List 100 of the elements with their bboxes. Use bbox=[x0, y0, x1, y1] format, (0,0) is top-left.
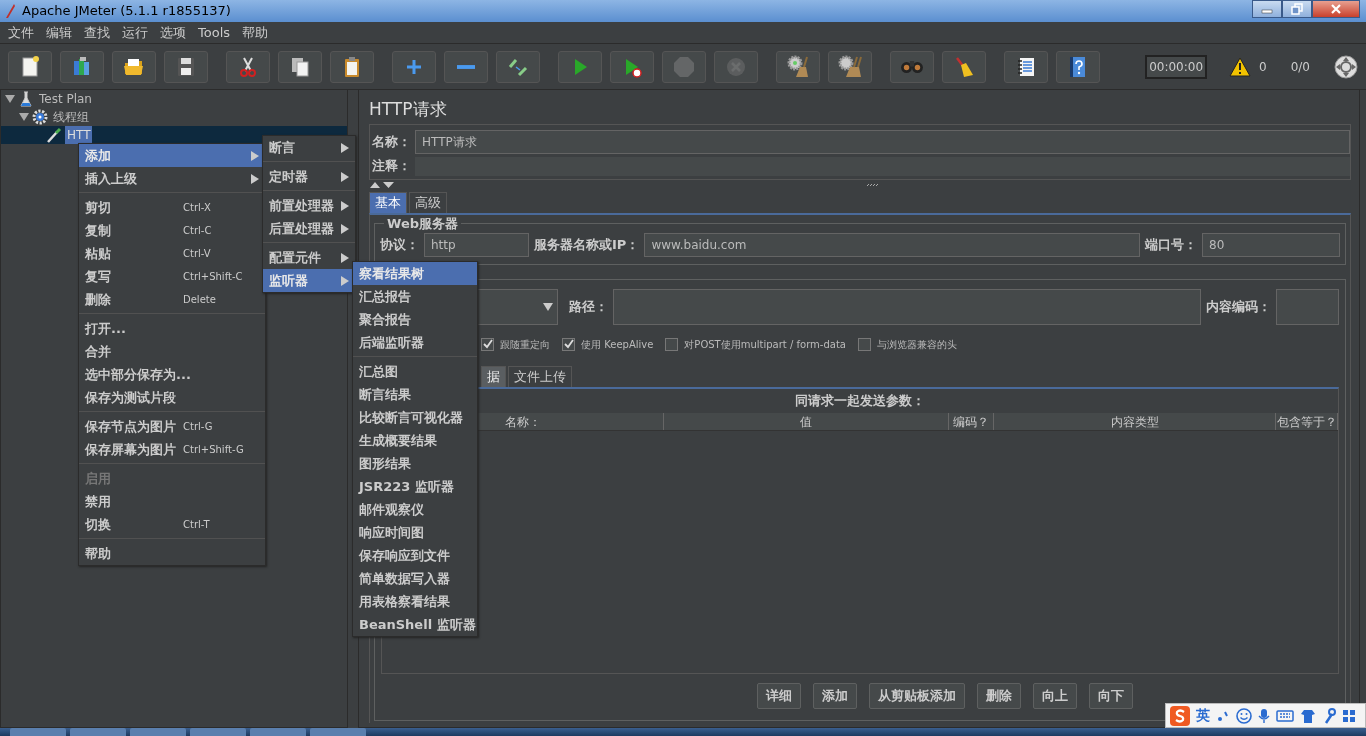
menu-item[interactable]: JSR223 监听器 bbox=[353, 475, 477, 498]
path-field[interactable] bbox=[613, 289, 1201, 325]
menu-item[interactable]: 监听器 bbox=[263, 269, 355, 292]
menu-item[interactable]: 汇总报告 bbox=[353, 285, 477, 308]
menu-item[interactable]: 配置元件 bbox=[263, 246, 355, 269]
checkbox[interactable] bbox=[857, 337, 871, 351]
menu-item[interactable]: 察看结果树 bbox=[353, 262, 477, 285]
microphone-icon[interactable] bbox=[1258, 707, 1270, 724]
tab[interactable]: 据 bbox=[481, 366, 506, 387]
menu-item[interactable]: 保存节点为图片 Ctrl-G bbox=[79, 415, 265, 438]
toolbar-button[interactable] bbox=[164, 50, 208, 83]
checkbox[interactable] bbox=[665, 337, 679, 351]
toolbar-button[interactable] bbox=[828, 50, 872, 83]
table-action-button[interactable]: 详细 bbox=[757, 683, 801, 709]
tab[interactable]: 基本 bbox=[369, 192, 407, 213]
server-field[interactable]: www.baidu.com bbox=[644, 233, 1140, 257]
menu-item[interactable]: 生成概要结果 bbox=[353, 429, 477, 452]
menu-item[interactable]: 保存响应到文件 bbox=[353, 544, 477, 567]
menu-item[interactable]: 选中部分保存为... bbox=[79, 363, 265, 386]
menu-item[interactable]: 保存为测试片段 bbox=[79, 386, 265, 409]
toolbar-button[interactable] bbox=[610, 50, 654, 83]
table-action-button[interactable]: 添加 bbox=[813, 683, 857, 709]
menu-item[interactable]: 用表格察看结果 bbox=[353, 590, 477, 613]
flask-icon bbox=[18, 91, 34, 107]
grid-icon[interactable] bbox=[1342, 708, 1356, 723]
toolbar-button[interactable] bbox=[8, 50, 52, 83]
collapse-arrow-icon[interactable] bbox=[19, 112, 29, 122]
menu-item[interactable]: 运行 bbox=[116, 22, 154, 43]
tree-node[interactable]: HTT bbox=[65, 126, 93, 144]
port-field[interactable]: 80 bbox=[1202, 233, 1340, 257]
shirt-icon[interactable] bbox=[1300, 707, 1316, 724]
toolbar-button[interactable] bbox=[942, 50, 986, 83]
wrench-icon[interactable] bbox=[1322, 707, 1336, 724]
toolbar-button[interactable] bbox=[496, 50, 540, 83]
tree-node[interactable]: 线程组 bbox=[51, 108, 91, 126]
menu-item[interactable]: 文件 bbox=[2, 22, 40, 43]
menu-item[interactable]: 删除 Delete bbox=[79, 288, 265, 311]
input-mode-label[interactable]: 英 bbox=[1196, 705, 1210, 726]
menu-item[interactable]: 前置处理器 bbox=[263, 194, 355, 217]
menu-item[interactable]: 粘贴 Ctrl-V bbox=[79, 242, 265, 265]
keyboard-icon[interactable] bbox=[1276, 708, 1294, 723]
encoding-field[interactable] bbox=[1276, 289, 1339, 325]
menu-item[interactable]: 响应时间图 bbox=[353, 521, 477, 544]
table-action-button[interactable]: 删除 bbox=[977, 683, 1021, 709]
close-button[interactable] bbox=[1312, 0, 1360, 18]
tab[interactable]: 文件上传 bbox=[508, 366, 572, 387]
menu-item[interactable]: 禁用 bbox=[79, 490, 265, 513]
menu-item[interactable]: 定时器 bbox=[263, 165, 355, 188]
minimize-button[interactable] bbox=[1252, 0, 1282, 18]
menu-item[interactable]: 聚合报告 bbox=[353, 308, 477, 331]
menu-item[interactable]: 汇总图 bbox=[353, 360, 477, 383]
menu-item[interactable]: 查找 bbox=[78, 22, 116, 43]
menu-item[interactable]: Tools bbox=[192, 22, 237, 43]
gear-broom-icon bbox=[786, 54, 810, 79]
toolbar-button[interactable] bbox=[1004, 50, 1048, 83]
toolbar-button[interactable] bbox=[776, 50, 820, 83]
menu-item[interactable]: 插入上级 bbox=[79, 167, 265, 190]
menu-item[interactable]: 断言 bbox=[263, 136, 355, 159]
smiley-icon[interactable] bbox=[1236, 707, 1252, 724]
menu-item[interactable]: 后置处理器 bbox=[263, 217, 355, 240]
restore-button[interactable] bbox=[1282, 0, 1312, 18]
checkbox[interactable] bbox=[481, 337, 494, 351]
menu-item[interactable]: 打开... bbox=[79, 317, 265, 340]
table-action-button[interactable]: 向下 bbox=[1089, 683, 1133, 709]
collapse-arrows-icon[interactable] bbox=[369, 181, 395, 189]
menu-item[interactable]: 邮件观察仪 bbox=[353, 498, 477, 521]
menu-item[interactable]: 剪切 Ctrl-X bbox=[79, 196, 265, 219]
toolbar-button[interactable] bbox=[1056, 50, 1100, 83]
menu-item[interactable]: 添加 bbox=[79, 144, 265, 167]
menu-item[interactable]: 帮助 bbox=[79, 542, 265, 565]
name-field[interactable]: HTTP请求 bbox=[415, 130, 1350, 154]
menu-item[interactable]: 合并 bbox=[79, 340, 265, 363]
collapse-arrow-icon[interactable] bbox=[5, 94, 15, 104]
menu-item[interactable]: 选项 bbox=[154, 22, 192, 43]
menu-item[interactable]: 图形结果 bbox=[353, 452, 477, 475]
crosshair-circle-icon[interactable] bbox=[1334, 54, 1358, 79]
menu-item[interactable]: 复制 Ctrl-C bbox=[79, 219, 265, 242]
menu-item[interactable]: 帮助 bbox=[236, 22, 275, 43]
table-action-button[interactable]: 向上 bbox=[1033, 683, 1077, 709]
tab[interactable]: 高级 bbox=[409, 192, 447, 213]
table-action-button[interactable]: 从剪贴板添加 bbox=[869, 683, 965, 709]
menu-item[interactable]: 复写 Ctrl+Shift-C bbox=[79, 265, 265, 288]
toolbar-button[interactable] bbox=[112, 50, 156, 83]
toolbar-button[interactable] bbox=[278, 50, 322, 83]
tree-node[interactable]: Test Plan bbox=[37, 90, 94, 108]
menu-item[interactable]: 简单数据写入器 bbox=[353, 567, 477, 590]
toolbar-button[interactable] bbox=[330, 50, 374, 83]
comment-field[interactable] bbox=[415, 156, 1350, 176]
toolbar-button[interactable] bbox=[226, 50, 270, 83]
menu-item[interactable]: 切换 Ctrl-T bbox=[79, 513, 265, 536]
menu-item[interactable]: 编辑 bbox=[40, 22, 78, 43]
menu-item[interactable]: 保存屏幕为图片 Ctrl+Shift-G bbox=[79, 438, 265, 461]
protocol-field[interactable]: http bbox=[424, 233, 529, 257]
menu-item[interactable]: BeanShell 监听器 bbox=[353, 613, 477, 636]
menu-item[interactable]: 断言结果 bbox=[353, 383, 477, 406]
menu-item[interactable]: 后端监听器 bbox=[353, 331, 477, 354]
toolbar-button[interactable] bbox=[890, 50, 934, 83]
checkbox[interactable] bbox=[562, 337, 575, 351]
group-title: Web服务器 bbox=[386, 217, 459, 230]
splitter-grip-icon[interactable] bbox=[866, 183, 880, 187]
